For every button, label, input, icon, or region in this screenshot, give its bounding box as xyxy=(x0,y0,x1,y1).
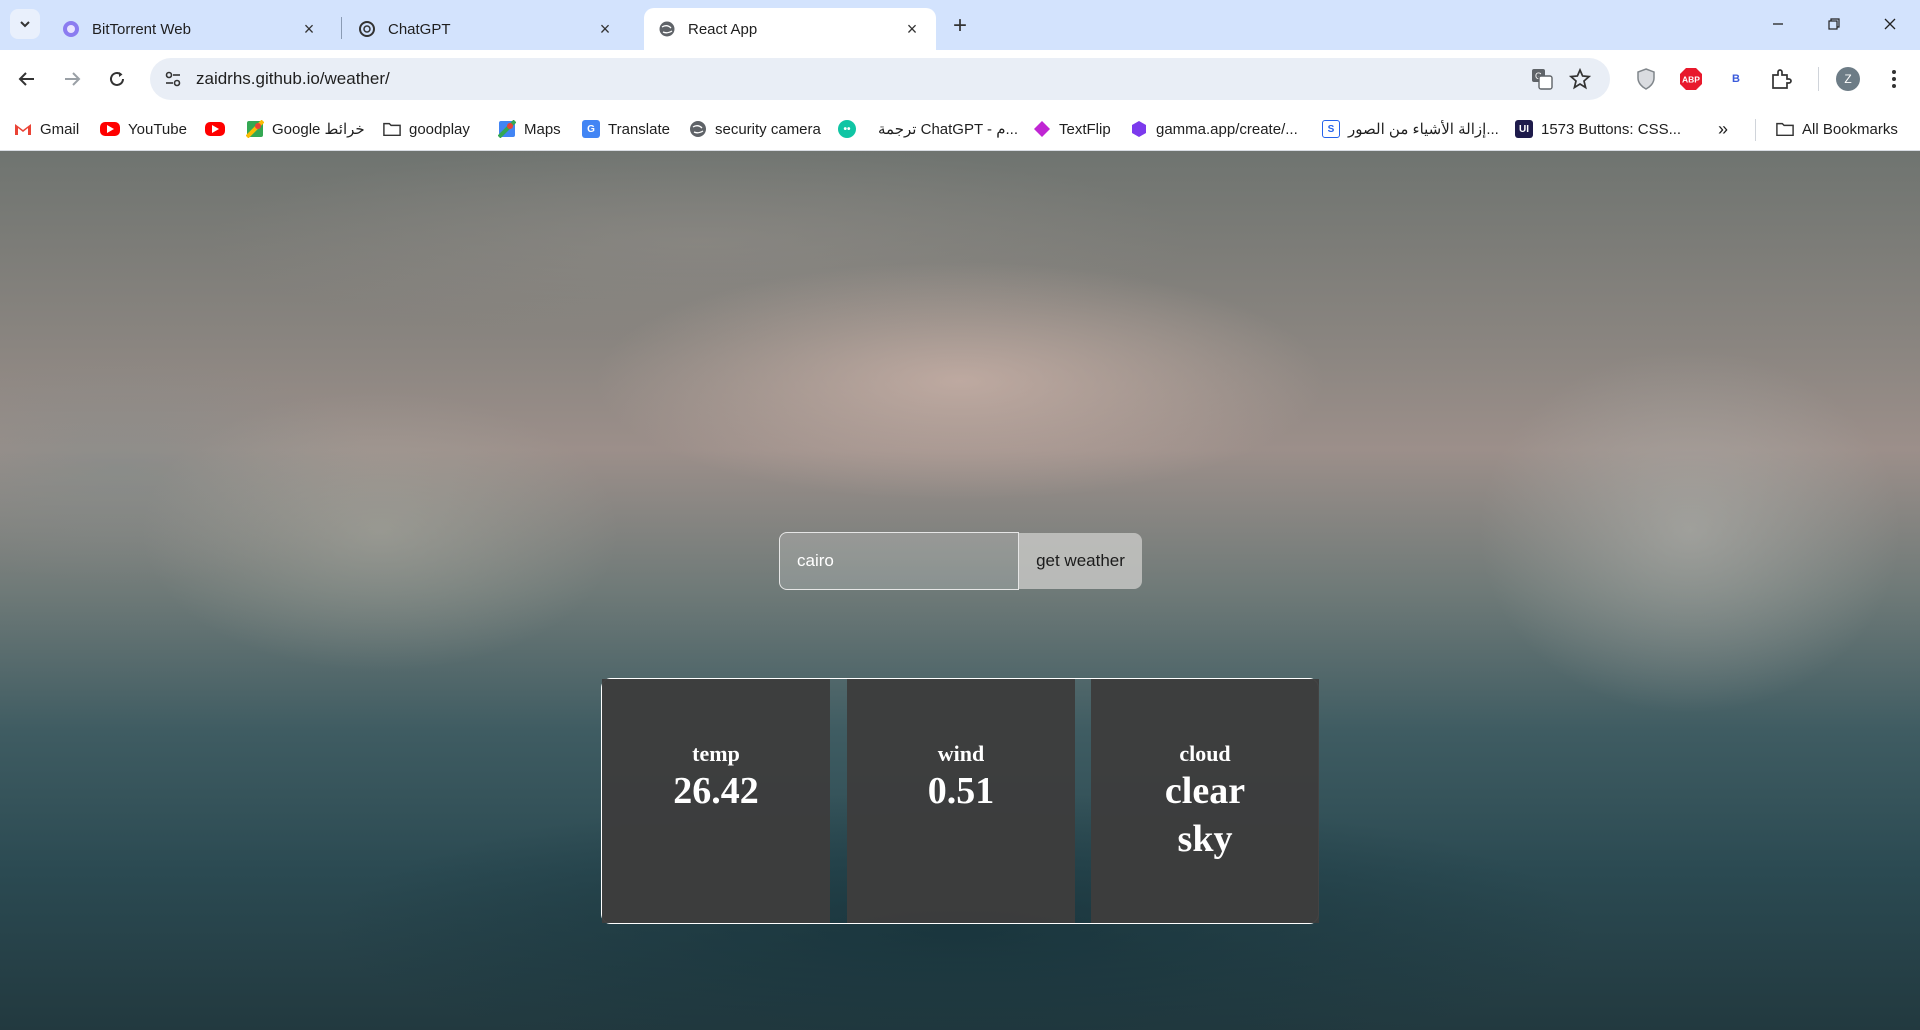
bookmark-textflip[interactable]: TextFlip xyxy=(1033,117,1111,141)
translate-icon: G xyxy=(582,120,600,138)
avatar[interactable]: Z xyxy=(1834,65,1862,93)
restore-button[interactable] xyxy=(1806,8,1862,40)
chatgpt-icon xyxy=(358,20,376,38)
folder-icon xyxy=(1776,120,1794,138)
address-bar[interactable]: zaidrhs.github.io/weather/ G xyxy=(150,58,1610,100)
new-tab-button[interactable]: + xyxy=(946,12,974,40)
double-chevron-right-icon: » xyxy=(1718,118,1729,139)
wind-value: 0.51 xyxy=(927,770,995,812)
tab-react-app[interactable]: React App × xyxy=(644,8,936,50)
bookmark-translate[interactable]: G Translate xyxy=(582,117,670,141)
tab-strip: BitTorrent Web × ChatGPT × React App × + xyxy=(0,0,1920,50)
bookmark-chat[interactable]: •• xyxy=(838,117,864,141)
bookmark-google-maps[interactable]: Google خرائط xyxy=(246,117,365,141)
url-text[interactable]: zaidrhs.github.io/weather/ xyxy=(196,69,390,89)
close-icon xyxy=(1884,18,1896,30)
close-icon[interactable]: × xyxy=(595,19,615,39)
close-icon[interactable]: × xyxy=(902,19,922,39)
all-bookmarks[interactable]: All Bookmarks xyxy=(1776,117,1898,141)
back-button[interactable] xyxy=(10,62,44,96)
ui-icon: UI xyxy=(1515,120,1533,138)
bookmark-gmail[interactable]: Gmail xyxy=(14,117,79,141)
close-icon[interactable]: × xyxy=(299,19,319,39)
bookmarks-divider xyxy=(1755,119,1756,141)
gamma-icon xyxy=(1130,120,1148,138)
temp-value: 26.42 xyxy=(673,770,759,812)
close-window-button[interactable] xyxy=(1862,8,1918,40)
shield-icon[interactable] xyxy=(1632,65,1660,93)
svg-text:ABP: ABP xyxy=(1682,75,1700,85)
maps-icon xyxy=(498,120,516,138)
cloud-value: clear sky xyxy=(1164,770,1246,860)
minimize-button[interactable] xyxy=(1750,8,1806,40)
bookmark-youtube-2[interactable] xyxy=(205,117,233,141)
tab-title: React App xyxy=(688,20,758,38)
more-bookmarks-button[interactable]: » xyxy=(1718,117,1728,141)
folder-icon xyxy=(383,120,401,138)
bookmark-security-camera[interactable]: security camera xyxy=(689,117,821,141)
weather-cards: temp 26.42 wind 0.51 cloud clear sky xyxy=(601,678,1319,924)
tab-search-button[interactable] xyxy=(10,9,40,39)
translate-page-icon[interactable]: G xyxy=(1530,67,1554,91)
toolbar-divider xyxy=(1818,67,1819,91)
extension-b-icon[interactable]: B xyxy=(1722,65,1750,93)
reload-button[interactable] xyxy=(100,62,134,96)
restore-icon xyxy=(1828,18,1840,30)
reload-icon xyxy=(110,71,124,86)
minimize-icon xyxy=(1773,23,1783,25)
city-input[interactable] xyxy=(779,532,1019,590)
wind-card: wind 0.51 xyxy=(847,679,1075,923)
arrow-right-icon xyxy=(65,72,81,86)
extensions-puzzle-icon[interactable] xyxy=(1767,65,1795,93)
textflip-icon xyxy=(1033,120,1051,138)
star-icon[interactable] xyxy=(1568,67,1592,91)
tab-chatgpt[interactable]: ChatGPT × xyxy=(344,8,629,50)
bookmark-folder-goodplay[interactable]: goodplay xyxy=(383,117,470,141)
bittorrent-icon xyxy=(62,20,80,38)
site-settings-icon[interactable] xyxy=(162,68,184,90)
bookmark-css-buttons[interactable]: UI 1573 Buttons: CSS... xyxy=(1515,117,1681,141)
plus-icon: + xyxy=(952,12,967,39)
bookmark-youtube[interactable]: YouTube xyxy=(100,117,187,141)
tab-bittorrent[interactable]: BitTorrent Web × xyxy=(48,8,333,50)
s-icon: S xyxy=(1322,120,1340,138)
browser-toolbar: zaidrhs.github.io/weather/ G ABP B Z xyxy=(0,50,1920,108)
bookmark-remove-objects[interactable]: S إزالة الأشياء من الصور... xyxy=(1322,117,1499,141)
globe-icon xyxy=(689,120,707,138)
forward-button[interactable] xyxy=(55,62,89,96)
chat-bubble-icon: •• xyxy=(838,120,856,138)
chevron-down-icon xyxy=(20,21,30,28)
bookmark-maps[interactable]: Maps xyxy=(498,117,561,141)
cloud-label: cloud xyxy=(1179,741,1231,766)
temp-label: temp xyxy=(692,741,740,766)
menu-kebab-icon[interactable] xyxy=(1880,65,1908,93)
temp-card: temp 26.42 xyxy=(602,679,830,923)
tab-title: BitTorrent Web xyxy=(92,20,191,38)
adblock-plus-icon[interactable]: ABP xyxy=(1677,65,1705,93)
youtube-icon xyxy=(205,122,225,136)
bookmark-gamma[interactable]: gamma.app/create/... xyxy=(1130,117,1298,141)
globe-icon xyxy=(658,20,676,38)
bookmark-chatgpt-translate[interactable]: ترجمة ChatGPT - م... xyxy=(878,117,1018,141)
arrow-left-icon xyxy=(18,72,34,86)
get-weather-button[interactable]: get weather xyxy=(1019,533,1142,589)
search-form: get weather xyxy=(779,532,1142,590)
tab-title: ChatGPT xyxy=(388,20,451,38)
youtube-icon xyxy=(100,122,120,136)
bookmarks-bar: Gmail YouTube Google خرائط goodplay Maps… xyxy=(0,108,1920,151)
tab-divider xyxy=(341,17,342,39)
cloud-card: cloud clear sky xyxy=(1091,679,1319,923)
weather-app-page: get weather temp 26.42 wind 0.51 cloud c… xyxy=(0,151,1920,1030)
gmail-icon xyxy=(14,120,32,138)
google-maps-icon xyxy=(246,120,264,138)
wind-label: wind xyxy=(937,741,985,766)
